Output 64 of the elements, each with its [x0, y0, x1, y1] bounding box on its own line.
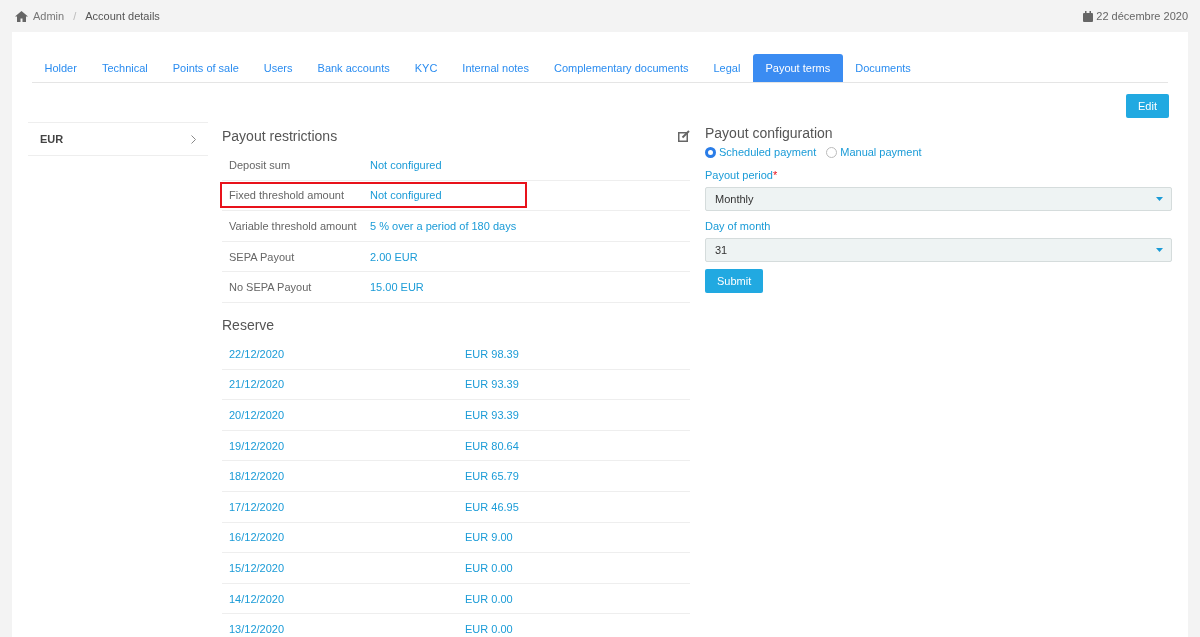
- tab[interactable]: Holder: [32, 54, 90, 82]
- row-value: 2.00 EUR: [370, 250, 418, 263]
- row-label: SEPA Payout: [229, 250, 296, 263]
- section-title: Payout restrictions: [222, 128, 338, 144]
- reserve-amount: EUR 93.39: [465, 378, 519, 391]
- section-title: Reserve: [222, 316, 276, 335]
- tab[interactable]: Internal notes: [449, 54, 542, 82]
- row-label: Variable threshold amount: [229, 220, 358, 232]
- caret-icon: [1156, 197, 1163, 201]
- submit-button[interactable]: Submit: [705, 269, 764, 293]
- tab[interactable]: KYC: [402, 54, 450, 82]
- edit-icon[interactable]: [678, 130, 690, 142]
- radio-option[interactable]: Scheduled payment: [705, 146, 817, 158]
- tab[interactable]: Bank accounts: [305, 54, 403, 82]
- reserve-amount: EUR 65.79: [465, 470, 519, 483]
- tab[interactable]: Users: [251, 54, 306, 82]
- row-value: Not configured: [370, 189, 442, 202]
- radio-option[interactable]: Manual payment: [826, 146, 922, 158]
- row-label: Deposit sum: [229, 158, 292, 171]
- reserve-amount: EUR 80.64: [465, 439, 519, 452]
- field-label: Payout period*: [705, 169, 779, 183]
- reserve-amount: EUR 0.00: [465, 592, 513, 605]
- reserve-date: 16/12/2020: [229, 531, 286, 544]
- tab[interactable]: Payout terms: [752, 54, 843, 82]
- reserve-amount: EUR 9.00: [465, 531, 513, 544]
- edit-button[interactable]: Edit: [1126, 94, 1169, 118]
- reserve-date: 22/12/2020: [229, 347, 286, 360]
- calendar-icon: [1083, 10, 1094, 22]
- currency-item[interactable]: EUR: [28, 122, 208, 156]
- select-field[interactable]: Monthly: [705, 187, 1172, 211]
- home-icon: [15, 10, 28, 22]
- tab[interactable]: Complementary documents: [541, 54, 701, 82]
- breadcrumb-separator: /: [73, 10, 77, 22]
- field-label: Day of month: [705, 220, 772, 234]
- reserve-date: 20/12/2020: [229, 408, 286, 421]
- reserve-date: 15/12/2020: [229, 561, 286, 574]
- section-title: Payout configuration: [705, 124, 834, 143]
- reserve-amount: EUR 0.00: [465, 623, 513, 636]
- tab[interactable]: Points of sale: [160, 54, 252, 82]
- tab[interactable]: Legal: [701, 54, 753, 82]
- reserve-amount: EUR 0.00: [465, 561, 513, 574]
- reserve-date: 19/12/2020: [229, 439, 286, 452]
- reserve-amount: EUR 46.95: [465, 500, 519, 513]
- caret-icon: [1156, 248, 1163, 252]
- chevron-right-icon: [191, 134, 196, 144]
- row-label: No SEPA Payout: [229, 281, 313, 294]
- reserve-date: 13/12/2020: [229, 623, 286, 636]
- radio-button[interactable]: [705, 146, 716, 158]
- reserve-date: 18/12/2020: [229, 470, 286, 483]
- currency-label: EUR: [40, 133, 64, 145]
- select-field[interactable]: 31: [705, 238, 1172, 262]
- row-label: Fixed threshold amount: [229, 189, 345, 202]
- reserve-amount: EUR 93.39: [465, 408, 519, 421]
- row-value: 15.00 EUR: [370, 281, 424, 294]
- tab[interactable]: Technical: [89, 54, 161, 82]
- breadcrumb-link[interactable]: Admin: [33, 10, 65, 22]
- current-date: 22 décembre 2020: [1096, 10, 1188, 22]
- tab[interactable]: Documents: [842, 54, 924, 82]
- reserve-date: 17/12/2020: [229, 500, 286, 513]
- reserve-date: 14/12/2020: [229, 592, 286, 605]
- reserve-date: 21/12/2020: [229, 378, 286, 391]
- reserve-amount: EUR 98.39: [465, 347, 519, 360]
- row-value: Not configured: [370, 158, 442, 171]
- row-value: 5 % over a period of 180 days: [370, 220, 517, 232]
